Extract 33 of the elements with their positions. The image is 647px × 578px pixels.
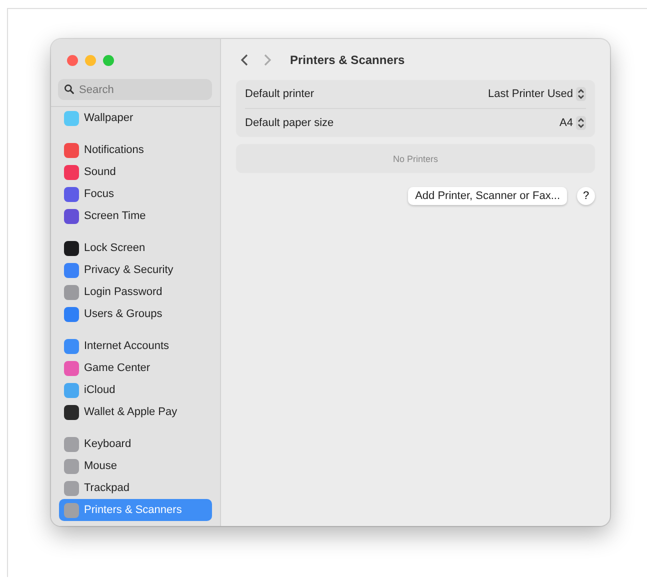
search-field[interactable]: Search xyxy=(58,79,212,100)
close-button[interactable] xyxy=(67,55,78,66)
sidebar-item[interactable]: Lock Screen xyxy=(59,237,212,259)
popup-menu[interactable]: A4 xyxy=(560,116,586,130)
zoom-button[interactable] xyxy=(103,55,114,66)
setting-label: Default printer xyxy=(245,88,314,100)
sidebar-item[interactable]: Screen Time xyxy=(59,205,212,227)
minimize-button[interactable] xyxy=(85,55,96,66)
sidebar-item[interactable]: Focus xyxy=(59,183,212,205)
sidebar-item[interactable]: Internet Accounts xyxy=(59,335,212,357)
forward-icon[interactable] xyxy=(262,52,272,66)
stepper-icon xyxy=(576,116,586,130)
empty-message: No Printers xyxy=(392,154,438,164)
help-button[interactable]: ? xyxy=(577,187,595,205)
back-icon[interactable] xyxy=(240,52,250,66)
sidebar-item[interactable]: iCloud xyxy=(59,379,212,401)
sidebar-item[interactable]: Trackpad xyxy=(59,477,212,499)
stepper-icon xyxy=(576,87,586,101)
sidebar-item[interactable]: Sound xyxy=(59,161,212,183)
sidebar-item[interactable]: Login Password xyxy=(59,281,212,303)
add-printer-button[interactable]: Add Printer, Scanner or Fax... xyxy=(408,187,567,205)
sidebar-item[interactable]: Privacy & Security xyxy=(59,259,212,281)
sidebar-item[interactable]: Mouse xyxy=(59,455,212,477)
setting-label: Default paper size xyxy=(245,117,334,129)
popup-menu[interactable]: Last Printer Used xyxy=(488,87,586,101)
search-icon xyxy=(64,84,74,94)
sidebar-item[interactable]: Wallpaper xyxy=(59,107,212,129)
sidebar-item[interactable]: Game Center xyxy=(59,357,212,379)
sidebar-item[interactable]: Users & Groups xyxy=(59,303,212,325)
sidebar-item[interactable]: Notifications xyxy=(59,139,212,161)
sidebar-item[interactable]: Wallet & Apple Pay xyxy=(59,401,212,423)
window-title: Printers & Scanners xyxy=(290,52,405,66)
sidebar-item[interactable]: Keyboard xyxy=(59,433,212,455)
